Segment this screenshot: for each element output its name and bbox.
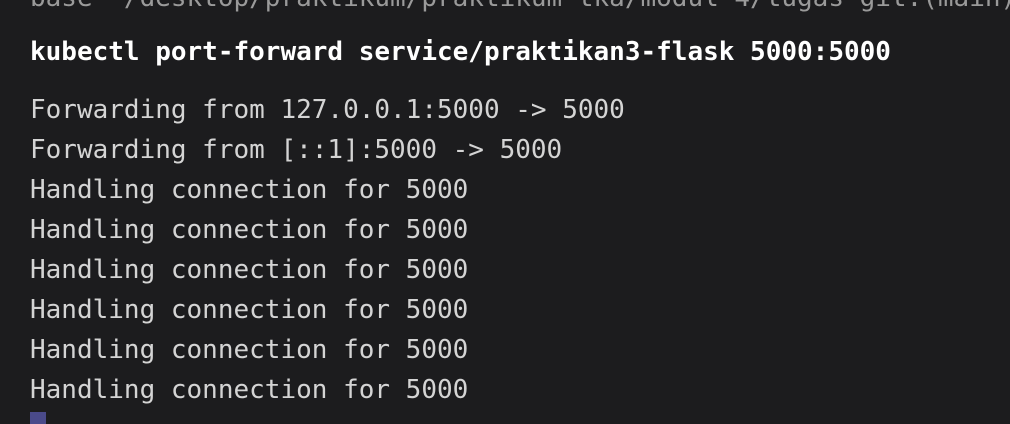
terminal-window[interactable]: base ~/desktop/praktikum/praktikum-tka/m… bbox=[0, 0, 1010, 424]
output-line: Handling connection for 5000 bbox=[30, 255, 469, 285]
output-line: Handling connection for 5000 bbox=[30, 335, 469, 365]
output-line: Handling connection for 5000 bbox=[30, 175, 469, 205]
shell-prompt: base ~/desktop/praktikum/praktikum-tka/m… bbox=[30, 0, 1010, 18]
command-line: kubectl port-forward service/praktikan3-… bbox=[30, 37, 891, 67]
output-line: Handling connection for 5000 bbox=[30, 295, 469, 325]
output-line: Handling connection for 5000 bbox=[30, 215, 469, 245]
text-cursor bbox=[30, 412, 46, 424]
output-line: Forwarding from [::1]:5000 -> 5000 bbox=[30, 135, 563, 165]
output-line: Forwarding from 127.0.0.1:5000 -> 5000 bbox=[30, 95, 625, 125]
output-line: Handling connection for 5000 bbox=[30, 375, 469, 405]
